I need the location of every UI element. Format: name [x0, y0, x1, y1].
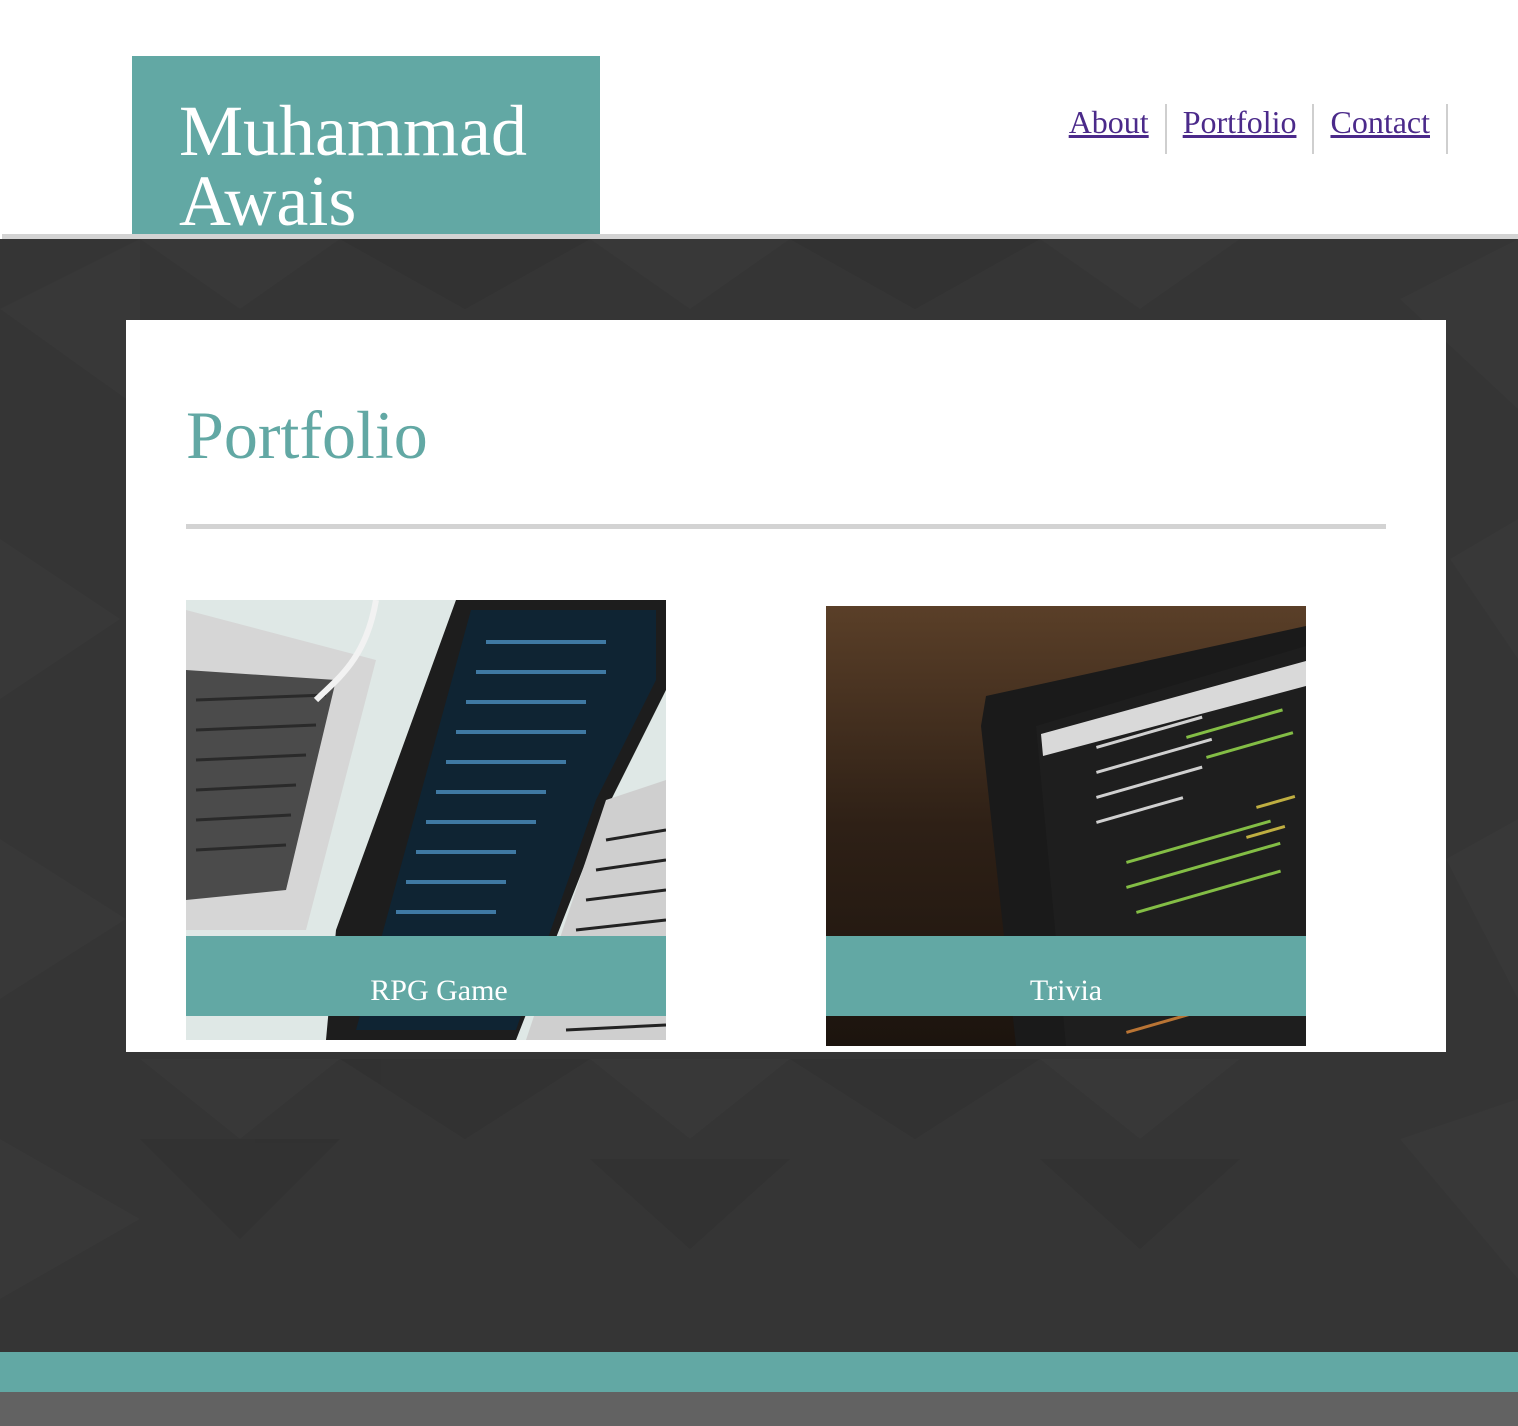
footer-accent-bar [0, 1352, 1518, 1392]
project-card-rpg-game[interactable]: RPG Game [186, 600, 666, 1040]
nav-item-about: About [1053, 104, 1167, 154]
nav-link-portfolio[interactable]: Portfolio [1183, 104, 1297, 140]
title-divider [186, 524, 1386, 529]
main-content: Portfolio RPG Game Trivia [0, 239, 1518, 1352]
nav-link-contact[interactable]: Contact [1330, 104, 1430, 140]
project-title: RPG Game [186, 936, 666, 1016]
nav-item-portfolio: Portfolio [1167, 104, 1315, 154]
site-name: Muhammad Awais [179, 91, 527, 234]
site-logo[interactable]: Muhammad Awais [132, 56, 600, 234]
site-header: Muhammad Awais About Portfolio Contact [0, 0, 1518, 234]
project-card-trivia[interactable]: Trivia [826, 606, 1306, 1046]
main-nav: About Portfolio Contact [1053, 104, 1448, 154]
project-title: Trivia [826, 936, 1306, 1016]
nav-item-contact: Contact [1314, 104, 1448, 154]
portfolio-panel: Portfolio RPG Game Trivia [126, 320, 1446, 1052]
nav-link-about[interactable]: About [1069, 104, 1149, 140]
site-footer [0, 1392, 1518, 1426]
page-title: Portfolio [186, 397, 428, 473]
